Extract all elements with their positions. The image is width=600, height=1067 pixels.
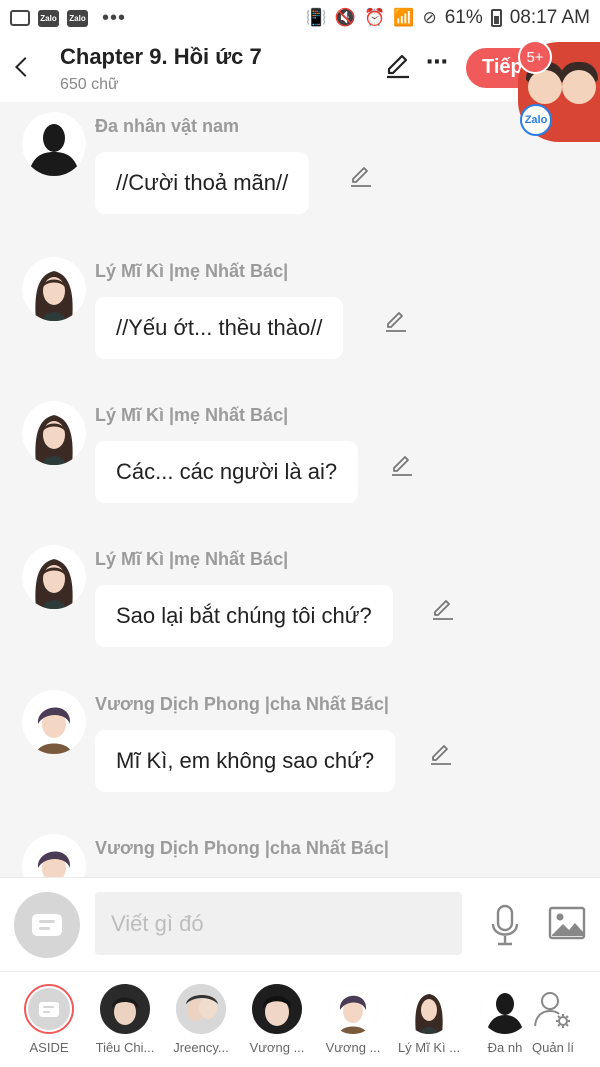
message-bubble[interactable]: Các... các người là ai? <box>95 441 359 503</box>
avatar-woman[interactable] <box>22 257 86 321</box>
avatar-woman[interactable] <box>22 545 86 609</box>
character-name: Jreency... <box>173 1040 229 1055</box>
character-item[interactable]: Vương ... <box>316 982 390 1062</box>
message-row: Lý Mĩ Kì |mẹ Nhất Bác| Các... các người … <box>0 391 600 521</box>
composer-bar <box>0 877 600 971</box>
zalo-logo: Zalo <box>520 104 552 136</box>
aside-icon <box>39 1001 59 1017</box>
message-row: Lý Mĩ Kì |mẹ Nhất Bác| Sao lại bắt chúng… <box>0 535 600 665</box>
character-item[interactable]: Lý Mĩ Kì ... <box>392 982 466 1062</box>
back-arrow-icon[interactable] <box>12 54 38 80</box>
speaker-name: Lý Mĩ Kì |mẹ Nhất Bác| <box>95 261 289 281</box>
character-avatar <box>404 984 454 1034</box>
image-upload-icon[interactable] <box>548 906 586 940</box>
speaker-name: Lý Mĩ Kì |mẹ Nhất Bác| <box>95 405 289 425</box>
more-notifications-icon: ••• <box>102 6 127 29</box>
more-options-icon[interactable]: ⋯ <box>424 51 450 80</box>
avatar-woman[interactable] <box>22 401 86 465</box>
avatar-man[interactable] <box>22 834 86 877</box>
speaker-name: Đa nhân vật nam <box>95 116 240 136</box>
message-bubble[interactable]: //Yếu ớt... thều thào// <box>95 297 344 359</box>
edit-message-pencil-icon[interactable] <box>431 597 455 621</box>
chapter-header: Chapter 9. Hồi ức 7 650 chữ ⋯ Tiếp <box>0 36 600 102</box>
character-name: Lý Mĩ Kì ... <box>397 1040 461 1055</box>
zalo-notification-icon: Zalo <box>38 9 59 27</box>
manage-users-icon <box>528 984 578 1034</box>
character-item[interactable]: Jreency... <box>164 982 238 1062</box>
speaker-name: Lý Mĩ Kì |mẹ Nhất Bác| <box>95 549 289 569</box>
character-name: Vương ... <box>325 1040 381 1055</box>
aside-toggle-button[interactable] <box>14 892 80 958</box>
next-label: Tiếp <box>482 56 523 78</box>
character-name: Vương ... <box>249 1040 305 1055</box>
vibrate-icon: 📳 <box>305 8 327 27</box>
zalo-notification-icon: Zalo <box>67 9 88 27</box>
avatar-silhouette[interactable] <box>22 112 86 176</box>
wifi-icon: 📶 <box>393 8 415 27</box>
character-selector: ASIDE Tiêu Chi... Jreency... Vương ... V… <box>0 971 600 1067</box>
mute-icon: 🔇 <box>334 8 357 27</box>
edit-message-pencil-icon[interactable] <box>349 164 373 188</box>
character-avatar <box>176 984 226 1034</box>
message-row: Lý Mĩ Kì |mẹ Nhất Bác| //Yếu ớt... thều … <box>0 247 600 377</box>
zalo-unread-badge: 5+ <box>518 40 552 74</box>
message-row: Vương Dịch Phong |cha Nhất Bác| Mĩ Kì, e… <box>0 680 600 810</box>
avatar-man[interactable] <box>22 690 86 754</box>
character-avatar <box>100 984 150 1034</box>
battery-percent: 61% <box>444 7 483 28</box>
manage-characters-button[interactable]: Quản lí <box>516 982 590 1062</box>
message-row: Vương Dịch Phong |cha Nhất Bác| <box>0 824 600 877</box>
character-item[interactable]: Tiêu Chi... <box>88 982 162 1062</box>
message-bubble[interactable]: //Cười thoả mãn// <box>95 152 310 214</box>
alarm-icon: ⏰ <box>364 8 386 27</box>
chapter-title: Chapter 9. Hồi ức 7 <box>60 44 262 69</box>
battery-icon <box>490 9 502 27</box>
aside-avatar <box>24 984 74 1034</box>
edit-message-pencil-icon[interactable] <box>429 742 453 766</box>
character-avatar <box>252 984 302 1034</box>
edit-message-pencil-icon[interactable] <box>384 309 408 333</box>
chat-area[interactable]: Đa nhân vật nam //Cười thoả mãn// Lý Mĩ … <box>0 102 600 877</box>
message-bubble[interactable]: Sao lại bắt chúng tôi chứ? <box>95 585 393 647</box>
character-name: Quản lí <box>532 1040 574 1055</box>
speaker-name: Vương Dịch Phong |cha Nhất Bác| <box>95 694 389 714</box>
character-name: Tiêu Chi... <box>95 1040 155 1055</box>
character-aside[interactable]: ASIDE <box>12 982 86 1062</box>
status-bar: Zalo Zalo ••• 📳 🔇 ⏰ 📶 ⊘ 61% 08:17 AM <box>0 0 600 36</box>
image-icon <box>10 10 30 26</box>
microphone-icon[interactable] <box>488 904 522 946</box>
message-row: Đa nhân vật nam //Cười thoả mãn// <box>0 102 600 232</box>
character-item[interactable]: Vương ... <box>240 982 314 1062</box>
message-bubble[interactable]: Mĩ Kì, em không sao chứ? <box>95 730 396 792</box>
do-not-disturb-icon: ⊘ <box>422 8 437 27</box>
message-input[interactable] <box>95 892 462 955</box>
character-avatar <box>328 984 378 1034</box>
clock: 08:17 AM <box>509 7 590 28</box>
edit-pencil-icon[interactable] <box>384 52 412 80</box>
speaker-name: Vương Dịch Phong |cha Nhất Bác| <box>95 838 389 858</box>
character-name: ASIDE <box>29 1040 69 1055</box>
edit-message-pencil-icon[interactable] <box>390 453 414 477</box>
aside-icon <box>32 914 62 936</box>
word-count: 650 chữ <box>60 76 119 93</box>
